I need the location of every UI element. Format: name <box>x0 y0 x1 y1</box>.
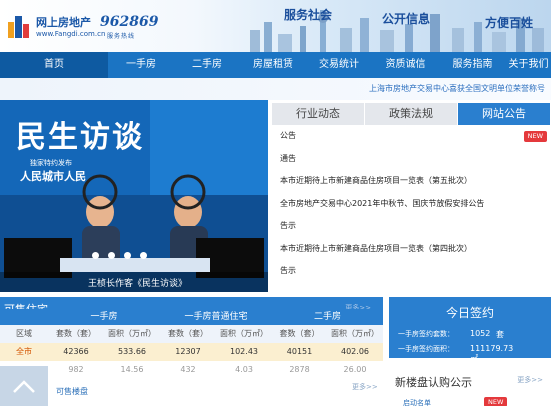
nav-home[interactable]: 首页 <box>0 52 108 78</box>
news-tabs: 行业动态 政策法规 网站公告 <box>272 103 551 125</box>
group-new-ordinary: 一手房普通住宅 <box>184 312 248 322</box>
table-group-headers: 一手房 一手房普通住宅 二手房 <box>0 309 383 325</box>
nav-about[interactable]: 关于我们 <box>506 52 551 78</box>
tab-policies[interactable]: 政策法规 <box>365 103 458 125</box>
feature-carousel[interactable]: 民生访谈 独家特约发布 人民城市人民 王桢长作客《民生访谈》 <box>0 100 268 292</box>
signing-count-unit: 套 <box>496 330 504 339</box>
slogan-convenience: 方便百姓 <box>485 16 534 30</box>
logo-building-icon <box>8 16 29 38</box>
news-item[interactable]: 本市近期待上市新建商品住房项目一览表（第四批次） <box>272 238 551 261</box>
slogan-public-info: 公开信息 <box>382 12 431 26</box>
new-badge: NEW <box>484 397 508 406</box>
news-item[interactable]: 本市近期待上市新建商品住房项目一览表（第五批次） <box>272 170 551 193</box>
col-units: 套数（套） <box>56 329 96 338</box>
carousel-dot[interactable] <box>92 252 99 259</box>
nav-rental[interactable]: 房屋租赁 <box>240 52 306 78</box>
news-item[interactable]: 告示 <box>272 215 551 238</box>
available-projects-more-link[interactable]: 更多>> <box>352 382 378 392</box>
table-row[interactable]: 982 14.56 432 4.03 2878 26.00 <box>0 361 383 379</box>
available-projects-link[interactable]: 可售楼盘 <box>56 386 88 397</box>
carousel-dot[interactable] <box>140 252 147 259</box>
site-header: 网上房地产 www.Fangdi.com.cn 962869 服务热线 服务社会… <box>0 0 551 52</box>
table-cell: 4.03 <box>235 365 253 374</box>
chevron-up-icon <box>13 380 35 393</box>
nav-new-homes[interactable]: 一手房 <box>108 52 174 78</box>
logo-url: www.Fangdi.com.cn <box>36 30 106 38</box>
table-cell: 102.43 <box>230 347 258 356</box>
table-cell: 14.56 <box>120 365 144 374</box>
col-area: 面积（万㎡） <box>220 329 268 338</box>
table-cell: 12307 <box>175 347 201 356</box>
nav-credentials[interactable]: 资质诚信 <box>372 52 439 78</box>
table-row[interactable]: 全市 42366 533.66 12307 102.43 40151 402.0… <box>0 343 383 361</box>
carousel-caption-bar: 王桢长作客《民生访谈》 <box>0 272 268 292</box>
signing-area-label: 一手房签约面积： <box>398 345 454 353</box>
signing-count-label: 一手房签约套数： <box>398 330 454 338</box>
table-cell: 982 <box>68 365 84 374</box>
table-cell: 26.00 <box>343 365 367 374</box>
nav-statistics[interactable]: 交易统计 <box>306 52 372 78</box>
carousel-dot[interactable] <box>124 252 131 259</box>
hotline-number: 962869 <box>100 14 159 30</box>
col-region: 区域 <box>16 329 32 338</box>
new-badge: NEW <box>523 131 547 142</box>
slogan-serve-society: 服务社会 <box>284 8 333 22</box>
carousel-guest-note: 独家特约发布 <box>30 159 72 167</box>
today-signing-title: 今日签约 <box>445 306 494 320</box>
col-area: 面积（万㎡） <box>108 329 156 338</box>
scroll-up-button[interactable] <box>0 366 48 406</box>
table-cell: 42366 <box>63 347 89 356</box>
carousel-dots <box>92 252 147 259</box>
news-list: 公告 NEW 通告 本市近期待上市新建商品住房项目一览表（第五批次） 全市房地产交… <box>272 125 551 283</box>
new-project-subscription-panel: 新楼盘认购公示 更多>> 启动名单 <box>389 366 551 406</box>
hotline-label: 服务热线 <box>107 33 136 40</box>
signing-area-value: 111179.73㎡ <box>470 344 514 363</box>
table-cell: 402.06 <box>341 347 369 356</box>
table-cell: 533.66 <box>118 347 146 356</box>
col-area: 面积（万㎡） <box>331 329 379 338</box>
tab-site-notices[interactable]: 网站公告 <box>458 103 551 125</box>
new-project-subscription-title: 新楼盘认购公示 <box>395 376 472 389</box>
carousel-title: 民生访谈 <box>16 120 144 155</box>
tab-industry-news[interactable]: 行业动态 <box>272 103 365 125</box>
table-cell: 40151 <box>286 347 313 356</box>
carousel-dot[interactable] <box>108 252 115 259</box>
news-item[interactable]: 通告 <box>272 148 551 171</box>
news-item-text[interactable]: 本市近期待上市新建商品住房项目一览表（第四批次） <box>280 244 472 253</box>
news-item[interactable]: 全市房地产交易中心2021年中秋节、国庆节放假安排公告 <box>272 193 551 216</box>
carousel-host: 人民城市人民 <box>20 170 86 183</box>
nav-resale-homes[interactable]: 二手房 <box>174 52 240 78</box>
signing-count-value: 1052 <box>470 329 491 338</box>
main-nav: 首页 一手房 二手房 房屋租赁 交易统计 资质诚信 服务指南 关于我们 <box>0 52 551 78</box>
news-item[interactable]: 告示 <box>272 260 551 283</box>
news-item-text[interactable]: 本市近期待上市新建商品住房项目一览表（第五批次） <box>280 176 472 185</box>
subscription-list-item[interactable]: 启动名单 <box>403 398 431 406</box>
today-signing-panel: 今日签约 一手房签约套数： 1052 套 一手房签约面积： 111179.73㎡ <box>389 297 551 363</box>
logo-title[interactable]: 网上房地产 <box>36 14 91 30</box>
nav-service-guide[interactable]: 服务指南 <box>439 52 506 78</box>
group-new-homes: 一手房 <box>90 312 118 322</box>
table-column-headers: 区域 套数（套） 面积（万㎡） 套数（套） 面积（万㎡） 套数（套） 面积（万㎡… <box>0 325 383 343</box>
news-item-text[interactable]: 告示 <box>280 221 296 230</box>
new-project-subscription-more-link[interactable]: 更多>> <box>517 375 543 385</box>
col-units: 套数（套） <box>279 329 320 338</box>
signing-area-line: 一手房签约面积： 111179.73㎡ <box>398 344 513 363</box>
news-item-text[interactable]: 通告 <box>280 154 296 163</box>
table-cell: 2878 <box>289 365 310 374</box>
table-cell: 432 <box>180 365 196 374</box>
news-item-text[interactable]: 公告 <box>280 131 296 140</box>
honor-text[interactable]: 上海市房地产交易中心喜获全国文明单位荣誉称号 <box>369 83 545 94</box>
group-resale: 二手房 <box>313 312 341 322</box>
col-units: 套数（套） <box>168 329 208 338</box>
news-item[interactable]: 公告 NEW <box>272 125 551 148</box>
table-cell: 全市 <box>16 347 32 356</box>
news-item-text[interactable]: 全市房地产交易中心2021年中秋节、国庆节放假安排公告 <box>280 199 484 208</box>
signing-count-line: 一手房签约套数： 1052 套 <box>398 329 504 339</box>
carousel-caption[interactable]: 王桢长作客《民生访谈》 <box>88 276 187 289</box>
honor-banner: 上海市房地产交易中心喜获全国文明单位荣誉称号 <box>0 78 551 100</box>
news-item-text[interactable]: 告示 <box>280 266 296 275</box>
